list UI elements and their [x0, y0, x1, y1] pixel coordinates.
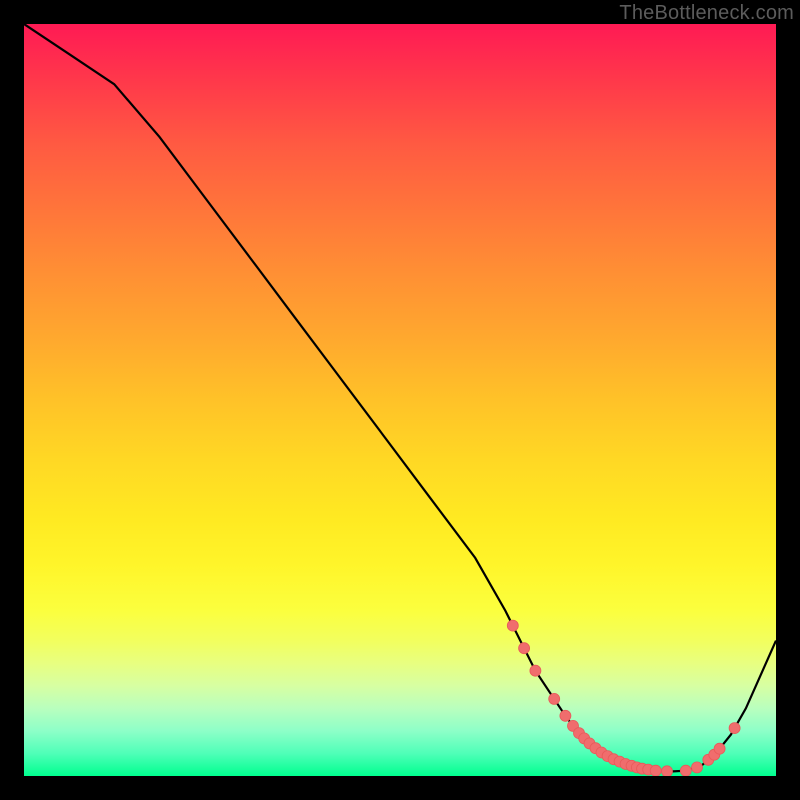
- data-point-marker: [519, 643, 530, 654]
- data-point-marker: [560, 710, 571, 721]
- data-point-marker: [714, 743, 725, 754]
- curve-markers: [507, 620, 740, 776]
- data-point-marker: [662, 766, 673, 776]
- chart-svg: [24, 24, 776, 776]
- data-point-marker: [549, 693, 560, 704]
- curve-line: [24, 24, 776, 772]
- data-point-marker: [680, 765, 691, 776]
- data-point-marker: [692, 762, 703, 773]
- plot-area: [24, 24, 776, 776]
- data-point-marker: [729, 723, 740, 734]
- data-point-marker: [507, 620, 518, 631]
- data-point-marker: [530, 665, 541, 676]
- chart-frame: TheBottleneck.com: [0, 0, 800, 800]
- data-point-marker: [650, 765, 661, 776]
- watermark-text: TheBottleneck.com: [619, 2, 794, 25]
